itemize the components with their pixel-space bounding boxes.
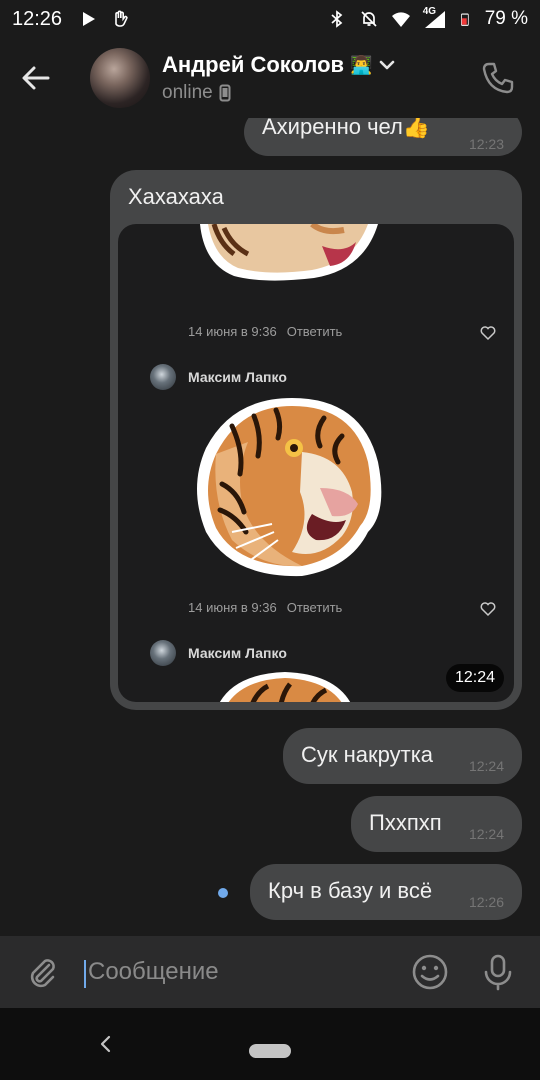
- tiger-sticker-image: [200, 224, 378, 281]
- message-text: Хахахаха: [128, 184, 224, 209]
- post-author: Максим Лапко: [150, 364, 287, 390]
- wifi-icon: [391, 12, 410, 27]
- heart-icon: [480, 602, 496, 617]
- message-text: Крч в базу и всё: [268, 878, 433, 903]
- post-meta: 14 июня в 9:36 Ответить: [188, 600, 342, 615]
- unread-indicator: [218, 888, 228, 898]
- post-author: Максим Лапко: [150, 640, 287, 666]
- call-button[interactable]: [478, 58, 518, 98]
- paperclip-icon: [30, 959, 55, 988]
- author-avatar: [150, 364, 176, 390]
- smiley-icon: [412, 954, 448, 990]
- emoji-button[interactable]: [410, 952, 450, 992]
- attach-button[interactable]: [22, 952, 62, 992]
- online-status: online: [162, 82, 213, 103]
- chevron-down-icon[interactable]: [378, 56, 396, 74]
- message-list[interactable]: Ахиренно чел👍 12:23 Хахахаха 14 июня в 9…: [0, 118, 540, 936]
- screenshot-attachment[interactable]: 14 июня в 9:36 Ответить Максим Лапко 14 …: [118, 224, 514, 702]
- message-time: 12:26: [468, 894, 504, 910]
- voice-message-button[interactable]: [478, 952, 518, 992]
- nav-home-pill[interactable]: [249, 1044, 291, 1058]
- message-composer: [0, 936, 540, 1008]
- contact-name: Андрей Соколов: [162, 52, 345, 77]
- signal-icon: 4G: [422, 6, 447, 29]
- reply-link: Ответить: [286, 600, 343, 615]
- reply-link: Ответить: [286, 324, 343, 339]
- attachment-time: 12:24: [445, 664, 504, 692]
- play-icon: [83, 12, 96, 26]
- author-avatar: [150, 640, 176, 666]
- status-time: 12:26: [12, 7, 63, 30]
- title-emoji: 👨‍💻: [350, 54, 373, 75]
- post-date: 14 июня в 9:36: [188, 600, 277, 615]
- battery-icon: [460, 13, 469, 26]
- hand-icon: [115, 10, 128, 27]
- post-meta: 14 июня в 9:36 Ответить: [188, 324, 342, 339]
- system-nav-bar: [0, 1008, 540, 1080]
- mobile-device-icon: [219, 84, 231, 102]
- back-button[interactable]: [0, 38, 72, 118]
- message-time: 12:24: [468, 826, 504, 842]
- heart-icon: [480, 326, 496, 341]
- status-bar: 12:26 4G 79 %: [0, 0, 540, 38]
- tiger-sticker-image: [197, 398, 382, 577]
- message-text: Ахиренно чел👍: [262, 118, 431, 139]
- contact-avatar[interactable]: [90, 48, 150, 108]
- message-text: Сук накрутка: [301, 742, 434, 767]
- battery-level: 79 %: [484, 8, 528, 29]
- tiger-sticker-image: [219, 672, 351, 702]
- message-text: Пххпхп: [369, 810, 442, 835]
- message-time: 12:24: [468, 758, 504, 774]
- network-type: 4G: [422, 6, 437, 17]
- mute-bell-icon: [361, 11, 377, 27]
- chat-title-box[interactable]: Андрей Соколов 👨‍💻 online: [162, 52, 396, 104]
- message-bubble-with-attachment[interactable]: Хахахаха 14 июня в 9:36 Ответить Максим Л…: [110, 170, 522, 710]
- phone-icon: [482, 62, 514, 94]
- microphone-icon: [484, 954, 512, 991]
- message-input-wrapper[interactable]: [84, 950, 384, 994]
- message-bubble[interactable]: Ахиренно чел👍 12:23: [244, 118, 522, 156]
- message-bubble[interactable]: Сук накрутка 12:24: [283, 728, 522, 784]
- chat-header: Андрей Соколов 👨‍💻 online: [0, 38, 540, 118]
- bluetooth-icon: [331, 10, 343, 28]
- text-caret: [84, 960, 86, 988]
- nav-back-icon[interactable]: [96, 1032, 116, 1056]
- post-date: 14 июня в 9:36: [188, 324, 277, 339]
- back-arrow-icon: [22, 66, 50, 90]
- author-name: Максим Лапко: [188, 645, 287, 661]
- message-time: 12:23: [468, 136, 504, 152]
- author-name: Максим Лапко: [188, 369, 287, 385]
- message-bubble[interactable]: Пххпхп 12:24: [351, 796, 522, 852]
- message-input[interactable]: [84, 958, 384, 986]
- message-bubble[interactable]: Крч в базу и всё 12:26: [250, 864, 522, 920]
